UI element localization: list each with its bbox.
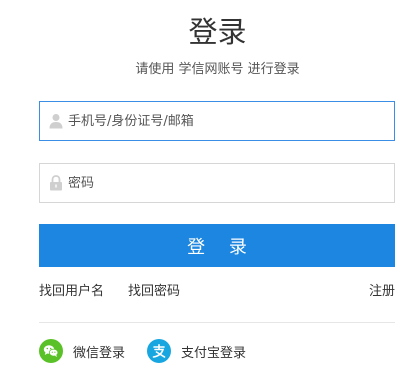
page-title: 登录 bbox=[188, 15, 247, 49]
lock-icon bbox=[49, 175, 63, 191]
password-field[interactable] bbox=[39, 163, 395, 203]
find-username-link[interactable]: 找回用户名 bbox=[39, 282, 104, 302]
wechat-login-label: 微信登录 bbox=[73, 345, 126, 361]
user-icon bbox=[49, 113, 63, 129]
password-input[interactable] bbox=[68, 175, 368, 191]
third-party-login: 微信登录 支付宝登录 bbox=[39, 339, 246, 363]
login-page: 登录 请使用 学信网账号 进行登录 登 录 找回用户名 找回密码 注册 bbox=[0, 0, 415, 367]
page-subtitle: 请使用 学信网账号 进行登录 bbox=[135, 62, 300, 77]
account-links: 找回用户名 找回密码 注册 bbox=[39, 282, 395, 302]
wechat-login-button[interactable]: 微信登录 bbox=[39, 339, 125, 363]
login-button[interactable]: 登 录 bbox=[39, 224, 395, 267]
username-input[interactable] bbox=[68, 113, 368, 129]
alipay-login-label: 支付宝登录 bbox=[181, 345, 247, 361]
wechat-icon bbox=[39, 339, 63, 363]
register-link[interactable]: 注册 bbox=[369, 282, 395, 302]
find-password-link[interactable]: 找回密码 bbox=[128, 282, 180, 302]
alipay-login-button[interactable]: 支付宝登录 bbox=[147, 339, 246, 363]
divider bbox=[39, 322, 395, 323]
alipay-icon bbox=[147, 339, 172, 363]
username-field[interactable] bbox=[39, 101, 395, 141]
